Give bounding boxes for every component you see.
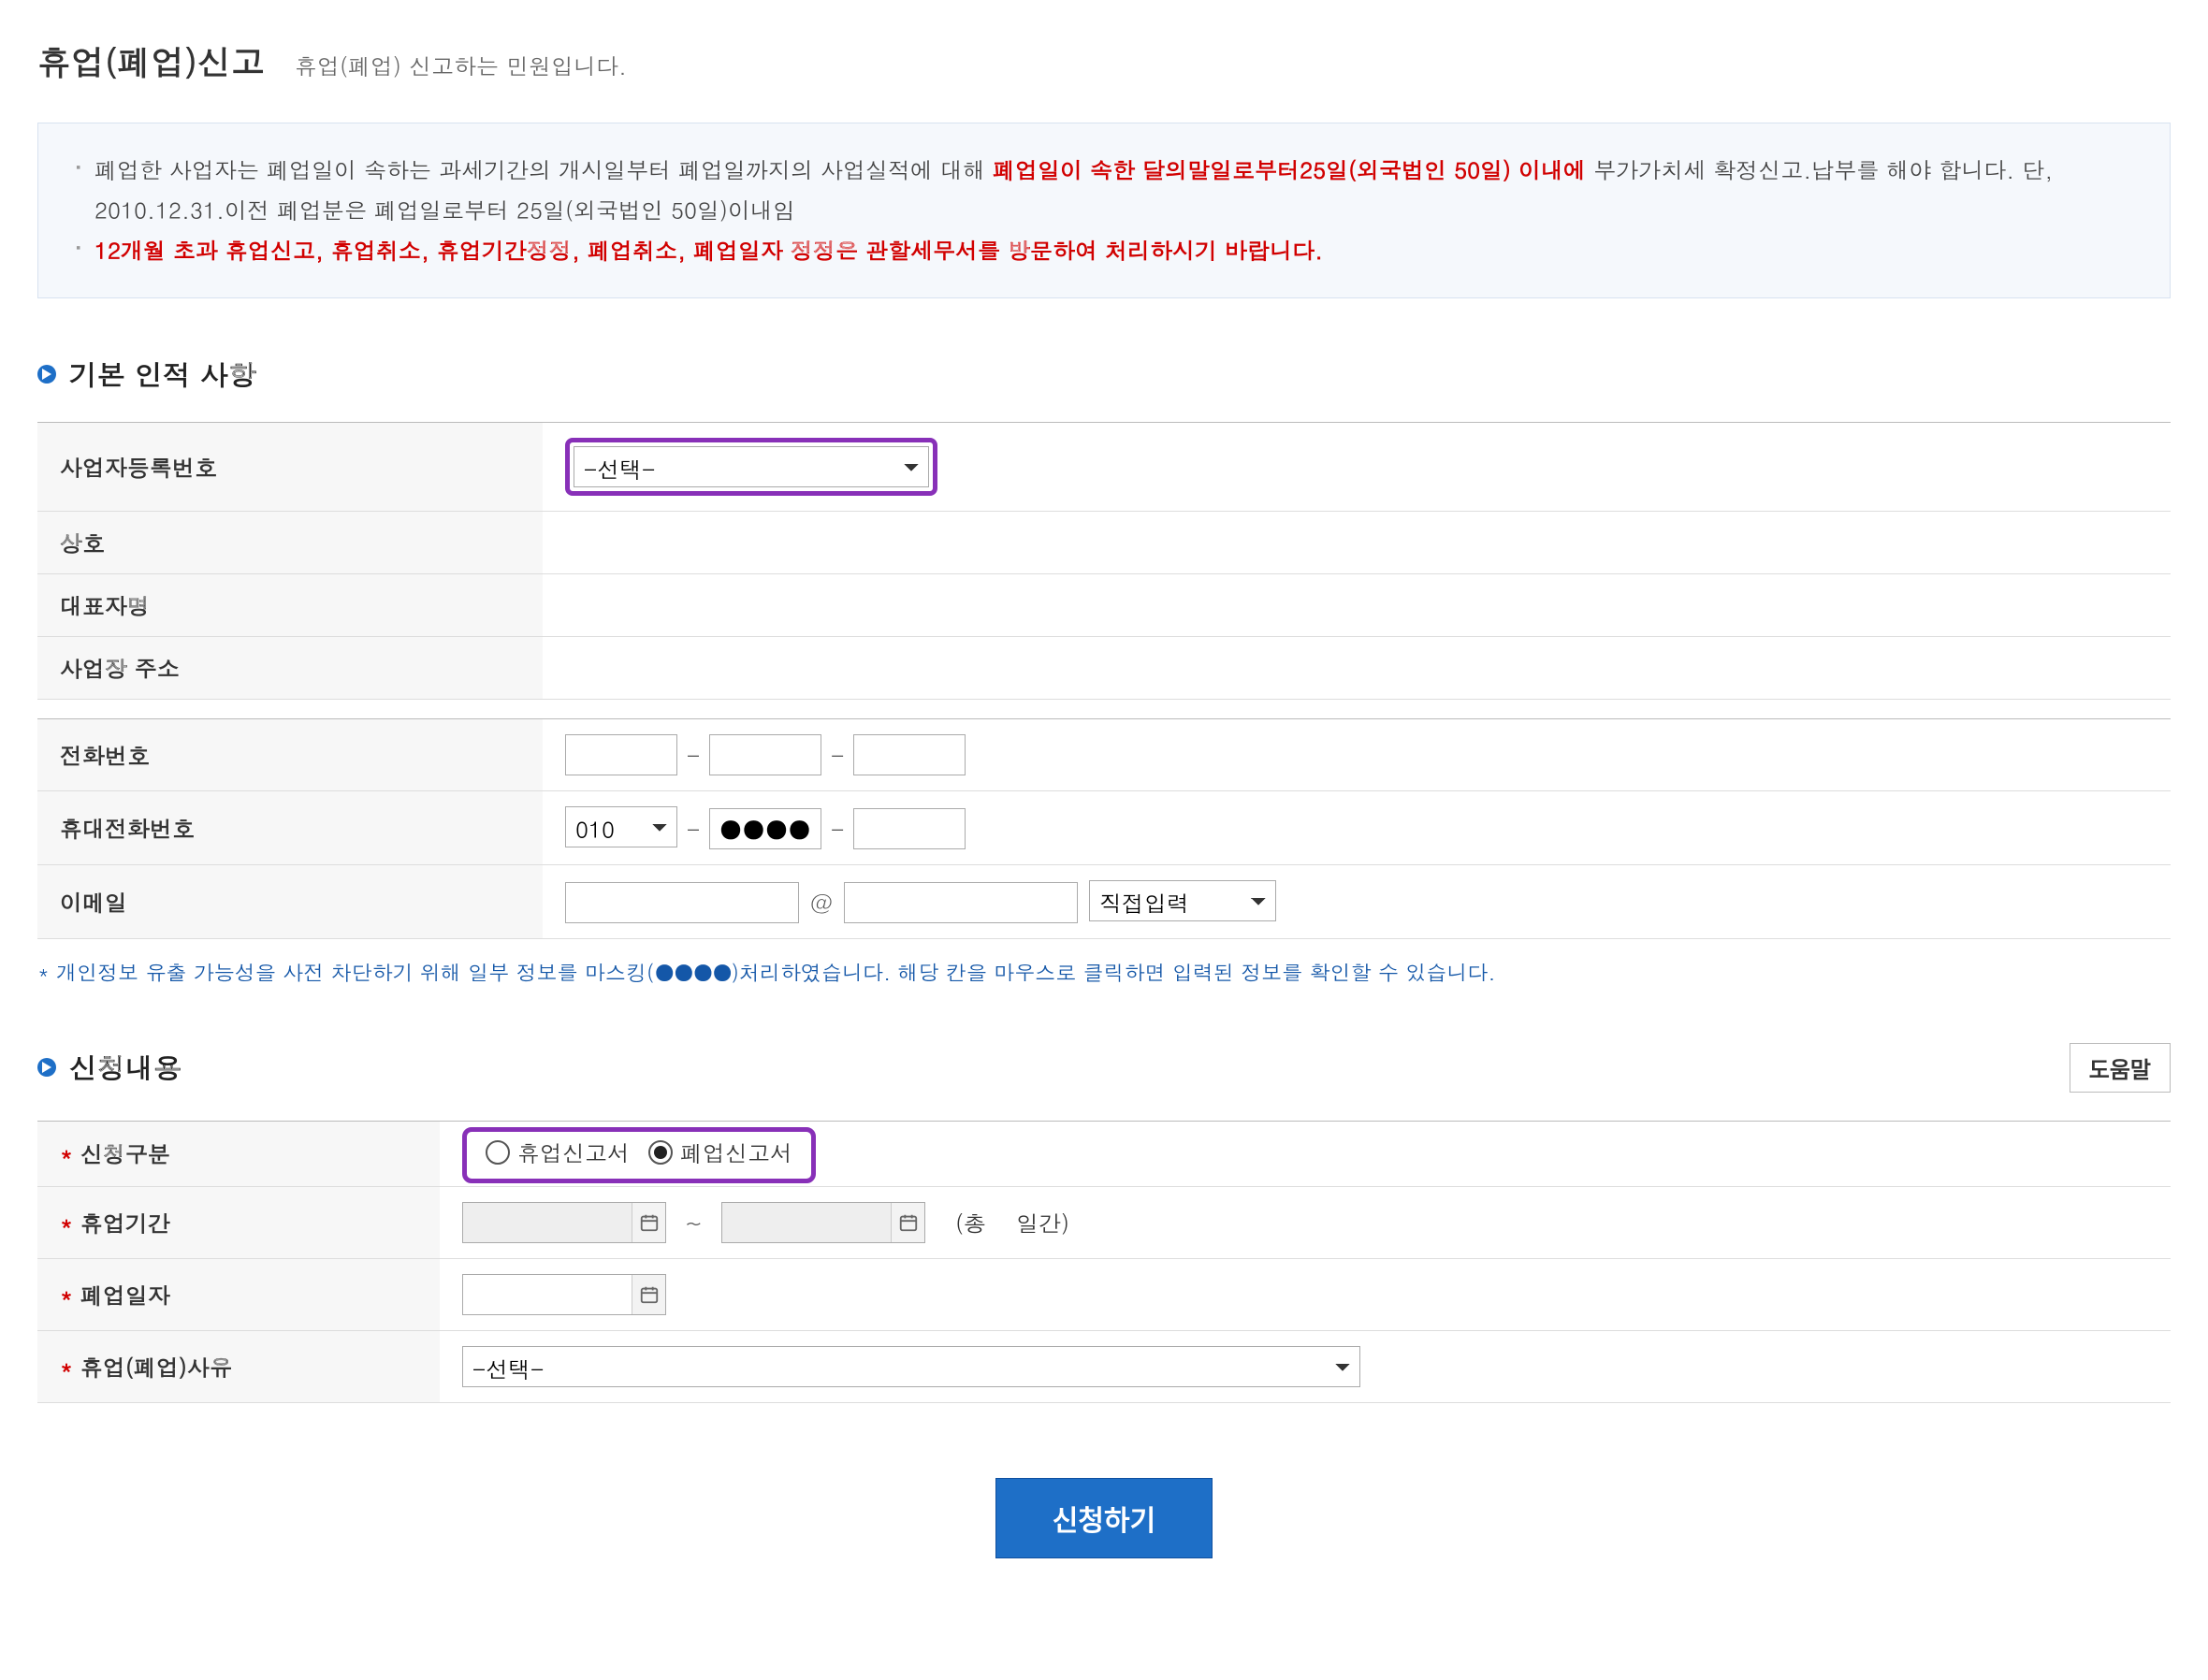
section-apply-header: 신청내용 도움말 (37, 1043, 2171, 1093)
label-email: 이메일 (37, 864, 543, 938)
biz-no-select[interactable]: -선택- (574, 446, 929, 487)
submit-wrap: 신청하기 (37, 1478, 2171, 1558)
label-biz-no: 사업자등록번호 (37, 422, 543, 511)
section-basic-info-header: 기본 인적 사항 (37, 355, 2171, 394)
calendar-icon[interactable] (632, 1275, 665, 1314)
period-end-date[interactable] (721, 1202, 925, 1243)
masking-info-note: * 개인정보 유출 가능성을 사전 차단하기 위해 일부 정보를 마스킹(●●●… (37, 958, 2171, 987)
calendar-icon[interactable] (891, 1203, 924, 1242)
email-local-input[interactable] (565, 882, 799, 923)
period-total-days: (총 일간) (955, 1207, 1069, 1238)
period-start-input (463, 1202, 632, 1243)
email-domain-select[interactable]: 직접입력 (1089, 880, 1276, 921)
label-close-date: 폐업일자 (37, 1258, 440, 1330)
label-tel: 전화번호 (37, 718, 543, 790)
section-apply-title: 신청내용 (69, 1048, 182, 1087)
period-start-date[interactable] (462, 1202, 666, 1243)
mobile-prefix-select[interactable]: 010 (565, 806, 677, 847)
calendar-icon[interactable] (632, 1203, 665, 1242)
page-title: 휴업(폐업)신고 (37, 37, 265, 85)
label-company: 상호 (37, 511, 543, 573)
basic-info-table-2: 전화번호 -- 휴대전화번호 010-- 이메일 @직접입력 (37, 718, 2171, 939)
apply-table: 신청구분 휴업신고서 폐업신고서 휴업기간 (37, 1121, 2171, 1403)
help-button[interactable]: 도움말 (2070, 1043, 2171, 1093)
tel-3-input[interactable] (853, 734, 966, 775)
radio-suspend-label: 휴업신고서 (517, 1137, 630, 1168)
reason-select[interactable]: -선택- (462, 1346, 1360, 1387)
radio-suspend[interactable]: 휴업신고서 (486, 1137, 630, 1168)
at-text: @ (810, 887, 833, 919)
label-mobile: 휴대전화번호 (37, 790, 543, 864)
section-basic-info-title: 기본 인적 사항 (69, 355, 256, 394)
notice-text-1-red: 폐업일이 속한 달의말일로부터25일(외국법인 50일) 이내에 (993, 153, 1586, 185)
notice-text-2-red: 12개월 초과 휴업신고, 휴업취소, 휴업기간정정, 폐업취소, 폐업일자 정… (94, 234, 1323, 266)
label-rep: 대표자명 (37, 573, 543, 636)
dash-text: - (831, 813, 844, 845)
dash-text: - (831, 739, 844, 771)
mobile-last-input[interactable] (853, 808, 966, 849)
mobile-mid-input[interactable] (709, 808, 821, 849)
apply-type-highlight: 휴업신고서 폐업신고서 (462, 1127, 816, 1183)
submit-button[interactable]: 신청하기 (995, 1478, 1213, 1558)
days-prefix: (총 (955, 1207, 986, 1238)
page-subtitle: 휴업(폐업) 신고하는 민원입니다. (295, 50, 627, 81)
radio-close[interactable]: 폐업신고서 (648, 1137, 792, 1168)
label-reason: 휴업(폐업)사유 (37, 1330, 440, 1402)
value-company (543, 511, 2171, 573)
value-addr (543, 636, 2171, 699)
label-apply-type: 신청구분 (37, 1121, 440, 1186)
basic-info-table-1: 사업자등록번호 -선택- 상호 대표자명 사업장 주소 (37, 422, 2171, 700)
dash-text: - (687, 739, 700, 771)
days-suffix: 일간) (1016, 1207, 1069, 1238)
notice-item-2: 12개월 초과 휴업신고, 휴업취소, 휴업기간정정, 폐업취소, 폐업일자 정… (76, 230, 2132, 270)
biz-no-highlight: -선택- (565, 438, 937, 496)
period-end-input (722, 1202, 891, 1243)
radio-icon (486, 1140, 510, 1165)
section-bullet-icon (37, 365, 56, 384)
radio-icon-checked (648, 1140, 673, 1165)
page-header: 휴업(폐업)신고 휴업(폐업) 신고하는 민원입니다. (37, 37, 2171, 85)
email-domain-input[interactable] (844, 882, 1078, 923)
tel-1-input[interactable] (565, 734, 677, 775)
value-rep (543, 573, 2171, 636)
notice-box: 폐업한 사업자는 폐업일이 속하는 과세기간의 개시일부터 폐업일까지의 사업실… (37, 123, 2171, 298)
notice-text-1a: 폐업한 사업자는 폐업일이 속하는 과세기간의 개시일부터 폐업일까지의 사업실… (94, 153, 993, 185)
section-bullet-icon (37, 1058, 56, 1077)
dash-text: - (687, 813, 700, 845)
close-date-input[interactable] (463, 1274, 632, 1315)
label-addr: 사업장 주소 (37, 636, 543, 699)
tel-2-input[interactable] (709, 734, 821, 775)
close-date[interactable] (462, 1274, 666, 1315)
radio-close-label: 폐업신고서 (680, 1137, 792, 1168)
tilde-text: ~ (685, 1207, 703, 1238)
label-period: 휴업기간 (37, 1186, 440, 1258)
notice-item-1: 폐업한 사업자는 폐업일이 속하는 과세기간의 개시일부터 폐업일까지의 사업실… (76, 150, 2132, 230)
